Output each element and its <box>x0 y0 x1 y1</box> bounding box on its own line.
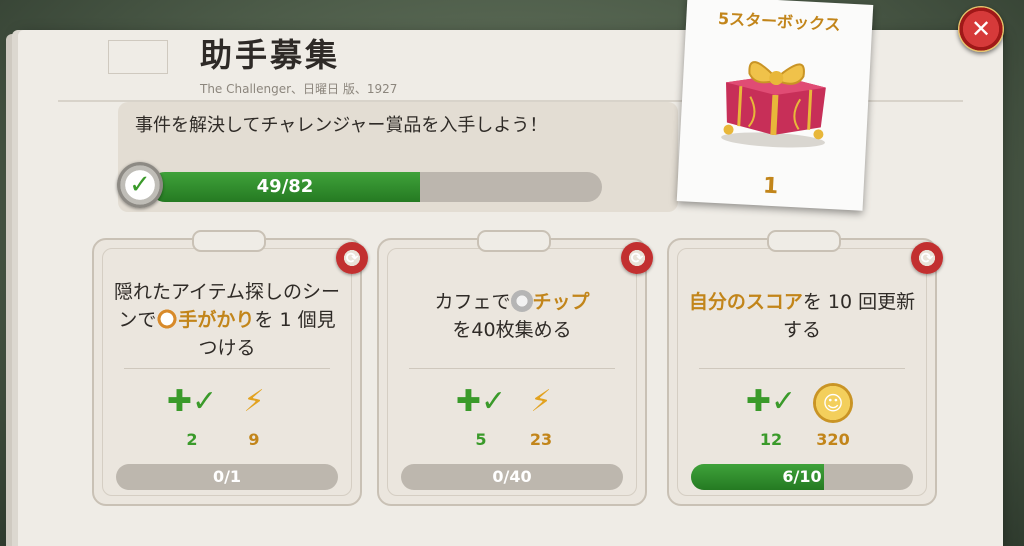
task-progress-bar: 0/1 <box>116 464 338 490</box>
task-progress-bar: 0/40 <box>401 464 623 490</box>
divider <box>699 368 905 369</box>
reward-coin-wrap: ☺ <box>803 380 863 424</box>
task-highlight: チップ <box>532 291 590 313</box>
task-progress-label: 0/40 <box>492 467 532 486</box>
chip-icon <box>510 290 533 312</box>
task-progress-bar: 6/10 <box>691 464 913 490</box>
close-button[interactable]: ✕ <box>958 6 1004 52</box>
masthead-ornament-left <box>108 40 168 74</box>
reward-check-value: 5 <box>475 430 487 449</box>
reward-card-title: 5スターボックス <box>717 8 842 35</box>
card-ornament <box>767 230 841 252</box>
lightning-bolt-icon: ⚡ <box>530 384 552 419</box>
close-icon: ✕ <box>970 15 992 43</box>
task-highlight: 自分のスコア <box>688 291 803 313</box>
reward-row: ✚✓ 2 ⚡ 9 <box>94 380 360 460</box>
reward-coins: ☺ 320 <box>803 380 863 449</box>
task-progress-label: 0/1 <box>212 467 242 486</box>
divider <box>124 368 330 369</box>
reward-energy-value: 9 <box>248 430 260 449</box>
task-description: 自分のスコアを 10 回更新する <box>685 288 919 344</box>
refresh-button[interactable]: ⟳ <box>336 242 368 274</box>
task-text: を40枚集める <box>452 319 572 341</box>
task-highlight: 手がかり <box>178 309 255 331</box>
refresh-icon: ⟳ <box>920 249 934 267</box>
card-ornament <box>477 230 551 252</box>
task-card-1: ⟳ 隠れたアイテム探しのシーンで 手がかりを 1 個見つける ✚✓ 2 ⚡ 9 0… <box>92 230 368 506</box>
task-text: カフェで <box>434 291 511 313</box>
check-plus-icon: ✚✓ <box>166 384 218 419</box>
refresh-button[interactable]: ⟳ <box>621 242 653 274</box>
dateline: The Challenger、日曜日 版、1927 <box>200 82 398 96</box>
task-progress-label: 6/10 <box>782 467 822 486</box>
gift-box-icon <box>721 61 826 148</box>
gold-coin-icon: ☺ <box>813 382 853 423</box>
refresh-icon: ⟳ <box>345 249 359 267</box>
reward-energy: ⚡ 9 <box>224 380 284 449</box>
magnifier-icon <box>156 308 179 330</box>
lightning-bolt-icon: ⚡ <box>243 384 265 419</box>
reward-energy: ⚡ 23 <box>511 380 571 449</box>
check-plus-icon: ✚✓ <box>455 384 507 419</box>
check-badge-icon: ✓ <box>117 162 163 208</box>
page-title: 助手募集 <box>200 36 341 74</box>
task-card-3: ⟳ 自分のスコアを 10 回更新する ✚✓ 12 ☺ 320 6/10 <box>667 230 943 506</box>
reward-check-value: 2 <box>186 430 198 449</box>
refresh-icon: ⟳ <box>630 249 644 267</box>
reward-check: ✚✓ 2 <box>162 380 222 449</box>
card-ornament <box>192 230 266 252</box>
reward-row: ✚✓ 12 ☺ 320 <box>669 380 935 460</box>
divider <box>409 368 615 369</box>
reward-check-value: 12 <box>759 430 783 449</box>
task-description: カフェで チップを40枚集める <box>395 288 629 344</box>
reward-card: 5スターボックス 1 <box>676 0 874 211</box>
reward-card-count: 1 <box>762 173 779 200</box>
task-text: を 10 回更新する <box>782 291 916 341</box>
reward-energy-value: 23 <box>529 430 553 449</box>
reward-check: ✚✓ 5 <box>451 380 511 449</box>
check-plus-icon: ✚✓ <box>745 384 797 419</box>
task-description: 隠れたアイテム探しのシーンで 手がかりを 1 個見つける <box>110 278 344 362</box>
overall-progress-text: 事件を解決してチャレンジャー賞品を入手しよう！ <box>135 115 548 136</box>
refresh-button[interactable]: ⟳ <box>911 242 943 274</box>
reward-row: ✚✓ 5 ⚡ 23 <box>379 380 645 460</box>
overall-progress-label: 49/82 <box>256 176 314 197</box>
reward-coins-value: 320 <box>816 430 850 449</box>
task-card-2: ⟳ カフェで チップを40枚集める ✚✓ 5 ⚡ 23 0/40 <box>377 230 653 506</box>
reward-check: ✚✓ 12 <box>741 380 801 449</box>
